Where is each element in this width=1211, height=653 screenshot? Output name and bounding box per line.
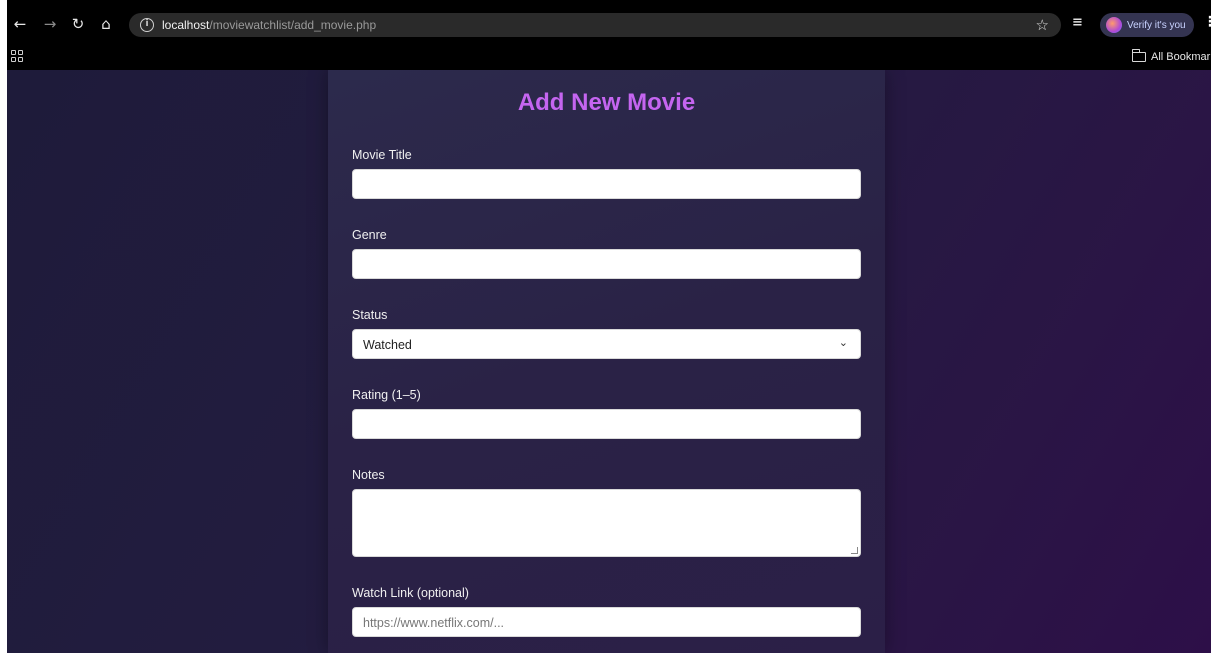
watch-link-label: Watch Link (optional) [352,586,469,600]
kebab-menu-icon[interactable]: ⋮ [1203,14,1211,30]
movie-title-label: Movie Title [352,148,412,162]
watch-link-placeholder: https://www.netflix.com/... [363,616,505,630]
profile-chip-label: Verify it's you [1127,19,1186,31]
status-select[interactable]: Watched ⌄ [352,329,861,359]
genre-input[interactable] [352,249,861,279]
status-label: Status [352,308,388,322]
address-bar[interactable]: i localhost/moviewatchlist/add_movie.php… [129,13,1061,37]
notes-label: Notes [352,468,385,482]
apps-grid-icon[interactable] [11,50,23,62]
folder-icon[interactable] [1132,49,1146,62]
home-icon[interactable]: ⌂ [97,15,115,33]
arrow-right-icon[interactable]: → [41,15,59,33]
arrow-left-icon[interactable]: ← [11,15,29,33]
watch-link-input[interactable]: https://www.netflix.com/... [352,607,861,637]
browser-toolbar: ← → ↻ ⌂ i localhost/moviewatchlist/add_m… [7,0,1211,48]
status-selected-value: Watched [363,338,412,352]
url-path: /moviewatchlist/add_movie.php [209,18,377,32]
url-host: localhost [162,18,210,32]
page-background: Add New Movie Movie Title Genre Status W… [7,70,1211,653]
info-icon[interactable]: i [140,18,154,32]
url-text[interactable]: localhost/moviewatchlist/add_movie.php [162,18,376,32]
chevron-down-icon: ⌄ [838,336,848,349]
rating-input[interactable] [352,409,861,439]
avatar [1106,17,1122,33]
notes-textarea[interactable] [352,489,861,557]
genre-label: Genre [352,228,387,242]
add-movie-form: Add New Movie Movie Title Genre Status W… [328,70,885,653]
reload-icon[interactable]: ↻ [69,15,87,33]
rating-label: Rating (1–5) [352,388,421,402]
browser-window: ← → ↻ ⌂ i localhost/moviewatchlist/add_m… [0,0,1211,653]
resize-handle-icon[interactable] [851,547,858,554]
bookmarks-bar: All Bookmarks [7,48,1211,70]
star-icon[interactable]: ☆ [1036,16,1049,34]
tab-search-icon[interactable]: ≡ [1072,15,1083,30]
movie-title-input[interactable] [352,169,861,199]
all-bookmarks-link[interactable]: All Bookmarks [1151,51,1211,63]
page-title: Add New Movie [517,89,696,116]
profile-chip[interactable]: Verify it's you [1100,13,1194,37]
